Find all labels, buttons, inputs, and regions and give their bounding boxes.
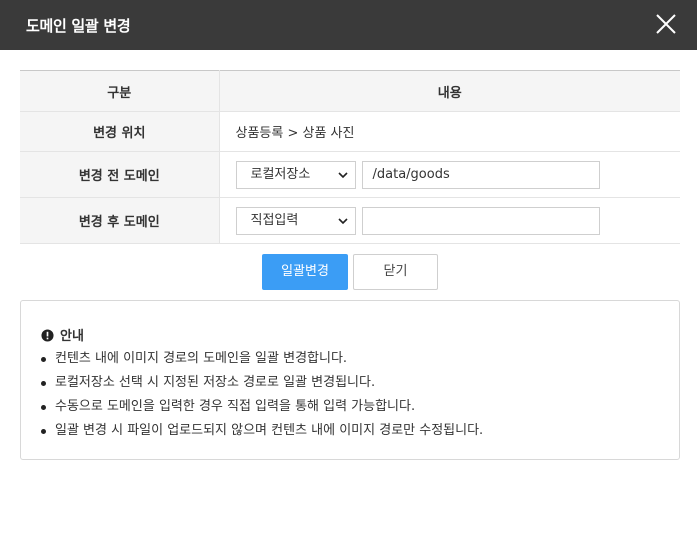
list-item: 수동으로 도메인을 입력한 경우 직접 입력을 통해 입력 가능합니다. <box>41 395 483 419</box>
table-row: 변경 전 도메인 로컬저장소 /data/goods <box>20 151 680 198</box>
list-item: 컨텐츠 내에 이미지 경로의 도메인을 일괄 변경합니다. <box>41 347 483 371</box>
close-button[interactable]: 닫기 <box>353 254 438 290</box>
notice-title: 안내 <box>60 329 84 344</box>
after-domain-select-value: 직접입력 <box>250 212 299 228</box>
header-category: 구분 <box>20 70 220 112</box>
notice-heading: 안내 <box>41 325 84 344</box>
table-row: 변경 후 도메인 직접입력 <box>20 197 680 244</box>
dialog-titlebar: 도메인 일괄 변경 <box>0 0 697 50</box>
apply-button[interactable]: 일괄변경 <box>262 254 348 290</box>
row-label-location: 변경 위치 <box>20 111 220 152</box>
chevron-down-icon <box>337 171 348 178</box>
list-item: 일괄 변경 시 파일이 업로드되지 않으며 컨텐츠 내에 이미지 경로만 수정됩… <box>41 419 483 443</box>
list-item: 로컬저장소 선택 시 지정된 저장소 경로로 일괄 변경됩니다. <box>41 371 483 395</box>
notice-list: 컨텐츠 내에 이미지 경로의 도메인을 일괄 변경합니다. 로컬저장소 선택 시… <box>41 347 483 443</box>
row-label-before-domain: 변경 전 도메인 <box>20 151 220 198</box>
before-domain-select-value: 로컬저장소 <box>250 166 311 182</box>
before-domain-select[interactable]: 로컬저장소 <box>235 160 356 189</box>
close-icon[interactable] <box>654 12 678 36</box>
table-header-row: 구분 내용 <box>20 70 680 112</box>
exclamation-circle-icon <box>41 329 54 342</box>
header-content: 내용 <box>219 70 680 112</box>
notice-box: 안내 컨텐츠 내에 이미지 경로의 도메인을 일괄 변경합니다. 로컬저장소 선… <box>20 300 680 460</box>
dialog-title: 도메인 일괄 변경 <box>26 17 131 35</box>
after-domain-select[interactable]: 직접입력 <box>235 206 356 235</box>
chevron-down-icon <box>337 217 348 224</box>
table-row: 변경 위치 상품등록 > 상품 사진 <box>20 111 680 152</box>
after-domain-input[interactable] <box>361 206 600 235</box>
location-value: 상품등록 > 상품 사진 <box>219 111 680 152</box>
before-domain-input[interactable]: /data/goods <box>361 160 600 189</box>
row-label-after-domain: 변경 후 도메인 <box>20 197 220 244</box>
domain-change-table: 구분 내용 변경 위치 상품등록 > 상품 사진 변경 전 도메인 로컬저장소 … <box>20 70 680 244</box>
